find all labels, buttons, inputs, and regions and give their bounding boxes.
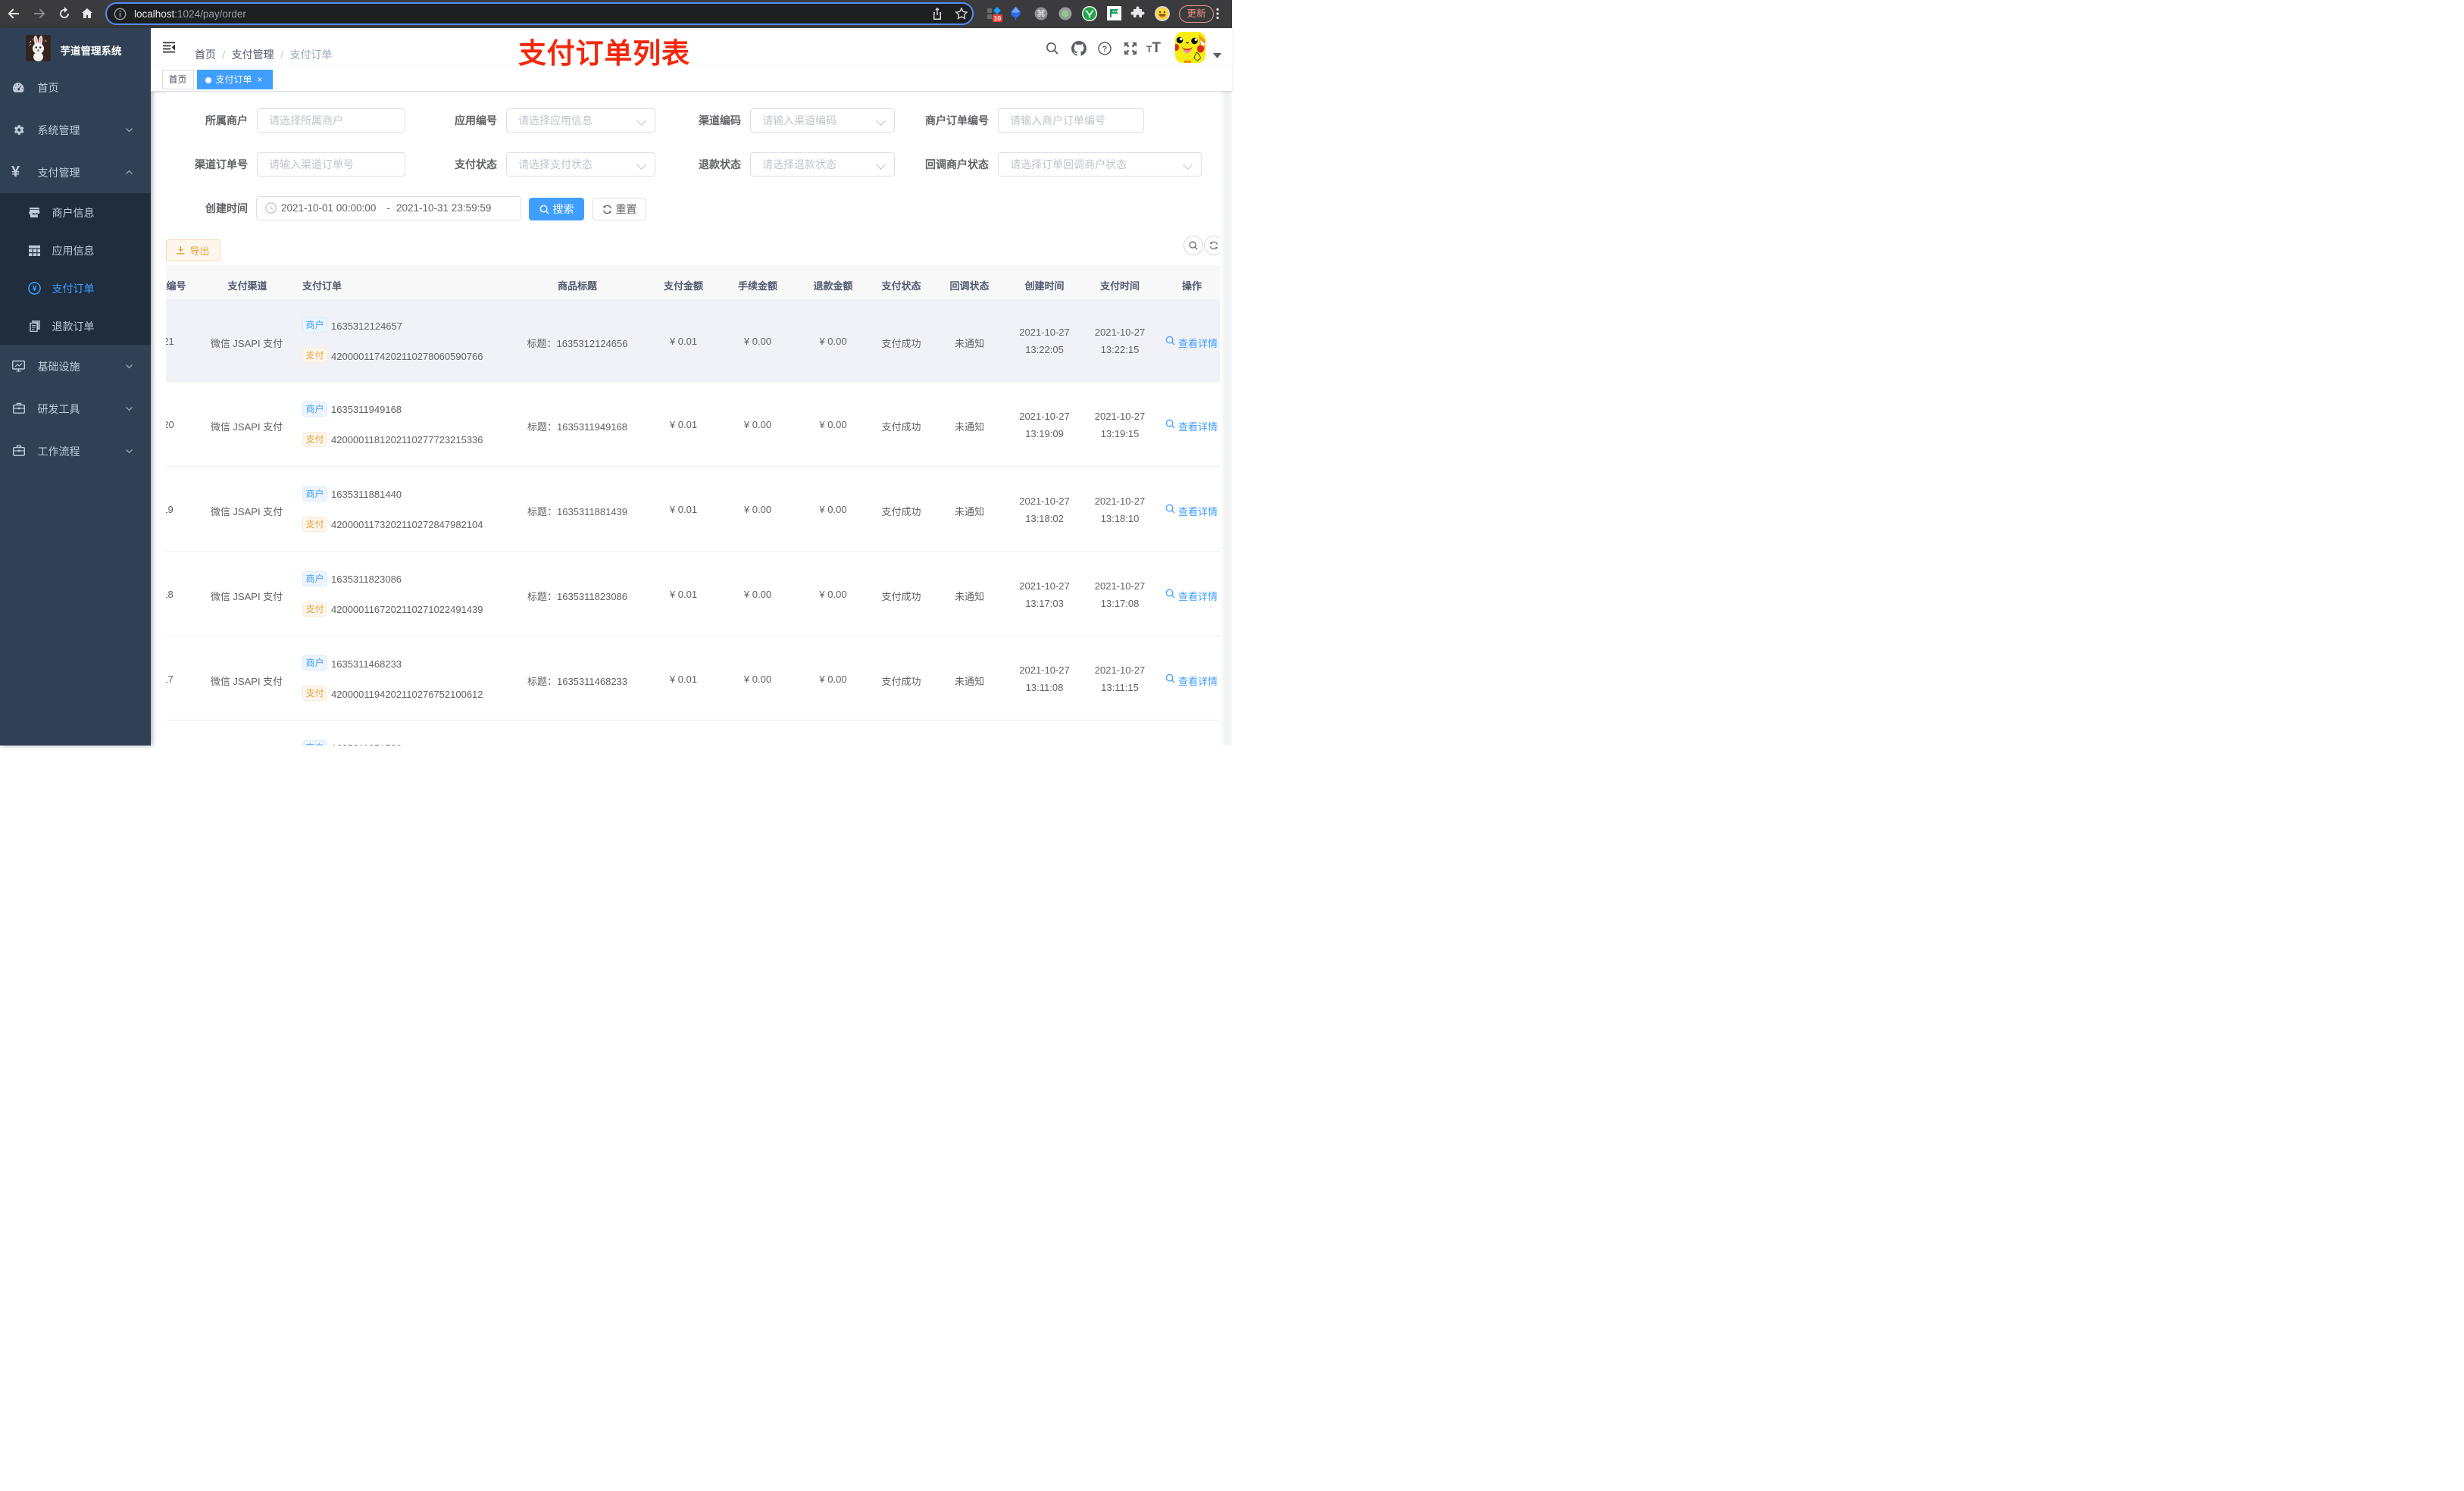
svg-text:?: ?	[1102, 45, 1108, 54]
svg-text:⌘: ⌘	[1037, 8, 1046, 19]
svg-text:10: 10	[994, 14, 1002, 22]
svg-text:¥: ¥	[33, 284, 37, 293]
